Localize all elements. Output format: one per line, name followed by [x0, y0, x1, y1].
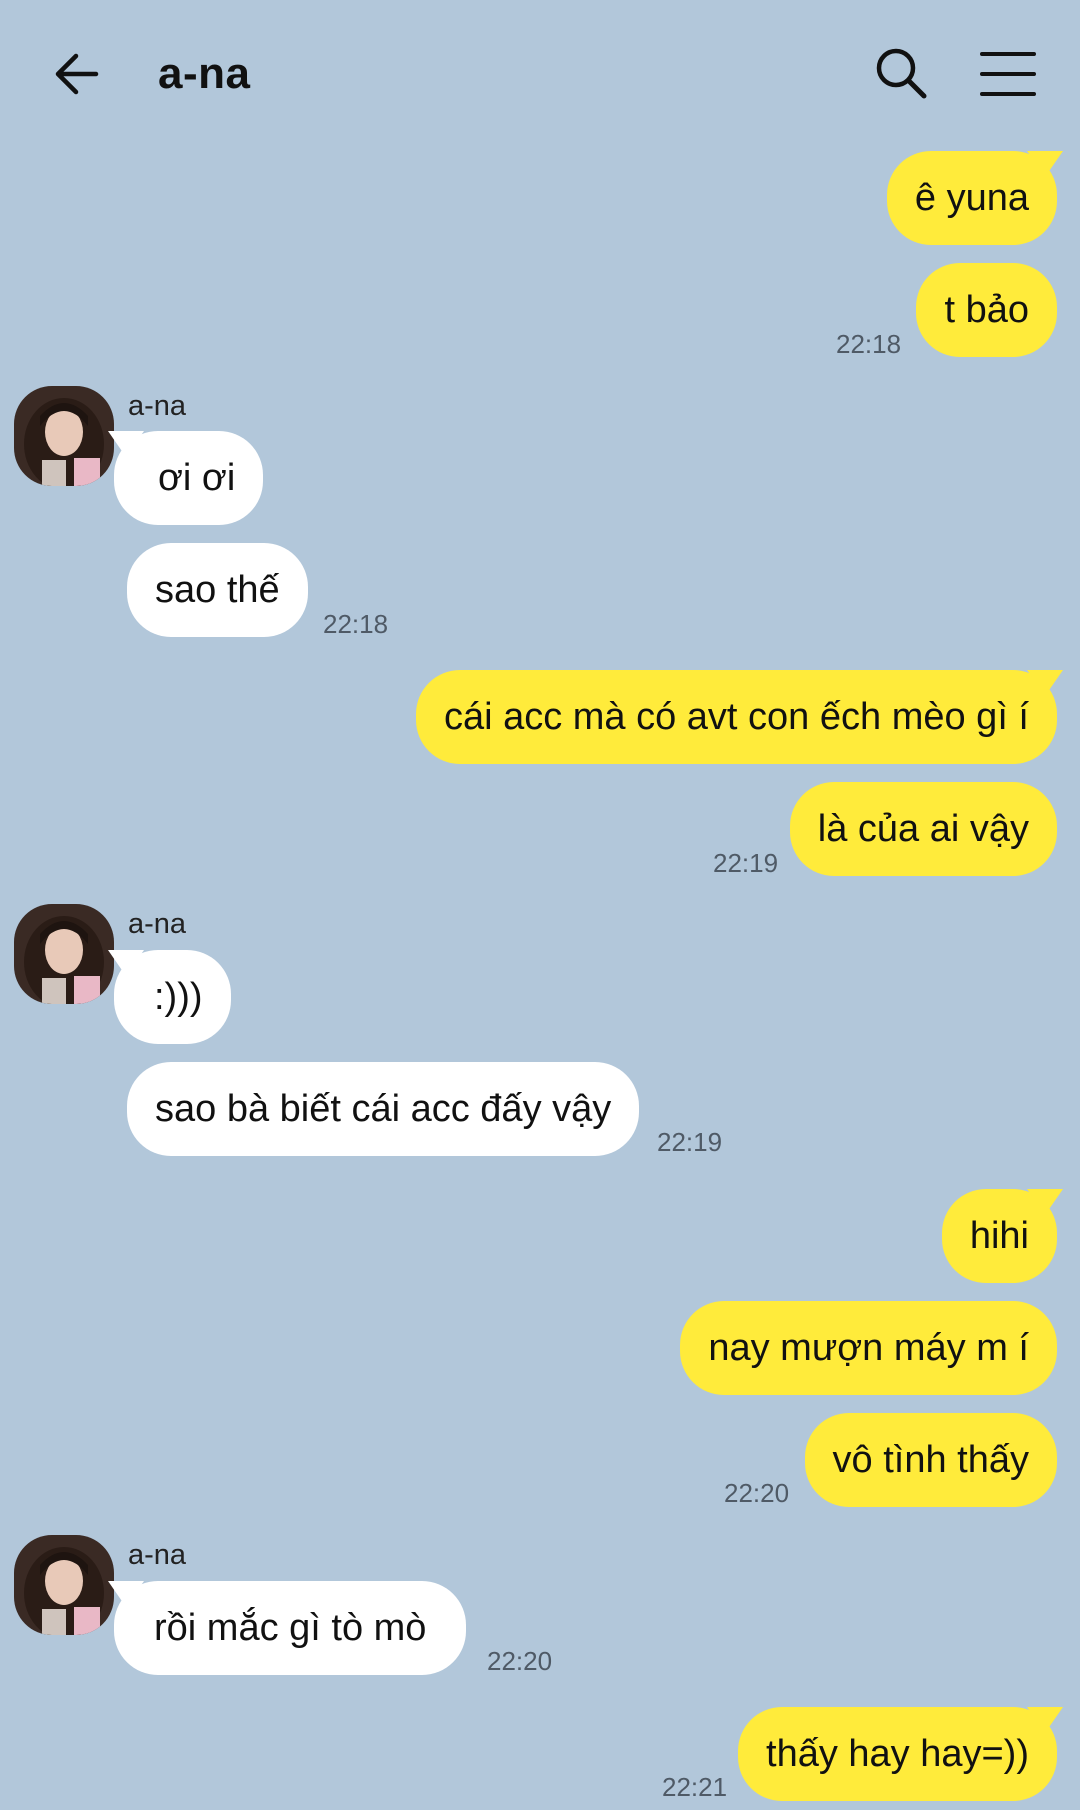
- message-text: cái acc mà có avt con ếch mèo gì í: [443, 696, 1029, 738]
- message-text: là của ai vậy: [817, 808, 1029, 850]
- their-message-bubble[interactable]: sao thế: [127, 543, 308, 637]
- chat-title: a-na: [158, 49, 251, 98]
- avatar[interactable]: [14, 1535, 114, 1635]
- message-text: ê yuna: [914, 177, 1029, 219]
- message-timestamp: 22:19: [657, 1127, 723, 1157]
- my-message-bubble[interactable]: thấy hay hay=)): [738, 1707, 1063, 1801]
- their-message-bubble[interactable]: sao bà biết cái acc đấy vậy: [127, 1062, 640, 1156]
- message-text: thấy hay hay=)): [766, 1733, 1029, 1775]
- menu-button[interactable]: [978, 44, 1038, 104]
- my-message-bubble[interactable]: t bảo: [916, 263, 1057, 357]
- my-message-bubble[interactable]: hihi: [941, 1189, 1063, 1283]
- profile-photo-icon: [14, 1535, 114, 1635]
- message-text: ơi ơi: [158, 457, 236, 499]
- profile-photo-icon: [14, 386, 114, 486]
- bubble-tail-icon: [1027, 670, 1063, 696]
- message-text: hihi: [969, 1215, 1029, 1257]
- profile-photo-icon: [14, 904, 114, 1004]
- my-message-bubble[interactable]: là của ai vậy: [789, 782, 1057, 876]
- sender-name: a-na: [128, 1539, 187, 1571]
- message-timestamp: 22:20: [724, 1478, 790, 1508]
- bubble-tail-icon: [108, 431, 144, 457]
- my-message-bubble[interactable]: nay mượn máy m í: [680, 1301, 1057, 1395]
- message-text: sao thế: [155, 569, 280, 611]
- back-button[interactable]: [48, 44, 108, 104]
- message-text: nay mượn máy m í: [708, 1327, 1029, 1369]
- avatar[interactable]: [14, 904, 114, 1004]
- their-message-bubble[interactable]: rồi mắc gì tò mò: [108, 1581, 467, 1675]
- chat-header: a-na: [0, 0, 1080, 150]
- bubble-tail-icon: [108, 1581, 144, 1607]
- sender-name: a-na: [128, 908, 187, 940]
- message-timestamp: 22:20: [487, 1646, 553, 1676]
- hamburger-menu-icon: [980, 52, 1036, 96]
- search-icon: [876, 48, 927, 99]
- bubble-tail-icon: [1027, 1707, 1063, 1733]
- avatar[interactable]: [14, 386, 114, 486]
- search-button[interactable]: [872, 44, 932, 104]
- their-message-bubble[interactable]: ơi ơi: [108, 431, 264, 525]
- message-text: rồi mắc gì tò mò: [154, 1607, 427, 1649]
- my-message-bubble[interactable]: cái acc mà có avt con ếch mèo gì í: [415, 670, 1063, 764]
- message-timestamp: 22:18: [836, 329, 902, 359]
- message-text: t bảo: [944, 289, 1029, 331]
- my-message-bubble[interactable]: ê yuna: [886, 151, 1063, 245]
- bubble-tail-icon: [108, 950, 144, 976]
- bubble-tail-icon: [1027, 151, 1063, 177]
- message-timestamp: 22:18: [323, 609, 389, 639]
- arrow-left-icon: [55, 53, 99, 95]
- bubble-tail-icon: [1027, 1189, 1063, 1215]
- message-timestamp: 22:19: [713, 848, 779, 878]
- message-text: sao bà biết cái acc đấy vậy: [155, 1088, 612, 1130]
- my-message-bubble[interactable]: vô tình thấy: [804, 1413, 1057, 1507]
- sender-name: a-na: [128, 390, 187, 422]
- message-timestamp: 22:21: [662, 1772, 728, 1802]
- message-text: vô tình thấy: [832, 1439, 1029, 1481]
- message-text: :))): [154, 976, 203, 1018]
- their-message-bubble[interactable]: :))): [108, 950, 231, 1044]
